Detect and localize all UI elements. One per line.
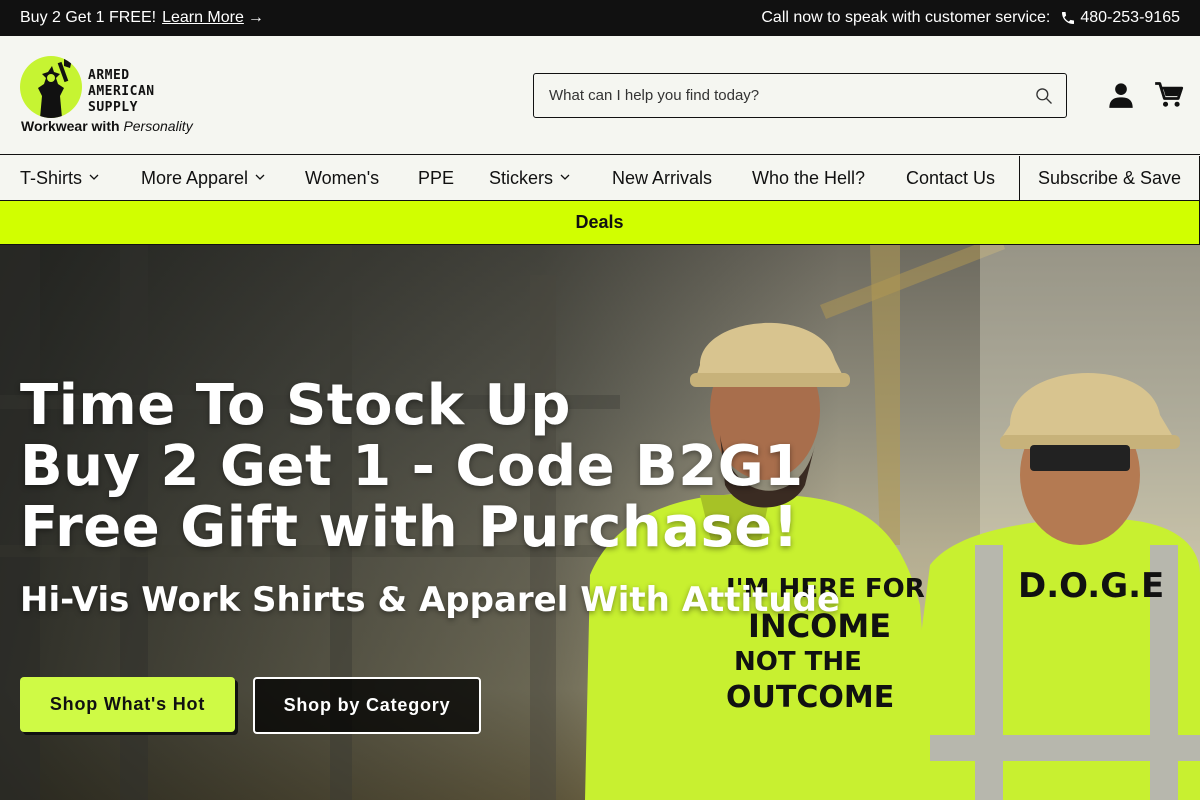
nav-item-label: Women's: [305, 168, 380, 188]
logo-line-1: ARMED: [88, 68, 130, 83]
nav-item-who-the-hell[interactable]: Who the Hell?: [752, 156, 865, 200]
search-input[interactable]: [535, 75, 1015, 116]
hero-banner: I'M HERE FOR INCOME NOT THE OUTCOME D.O.…: [0, 245, 1200, 800]
shop-whats-hot-button[interactable]: Shop What's Hot: [20, 677, 235, 732]
chevron-down-icon: [255, 174, 265, 181]
shirt-text-4: OUTCOME: [726, 680, 894, 715]
logo[interactable]: ARMED AMERICAN SUPPLY Workwear with Pers…: [20, 56, 205, 138]
nav-item-new-arrivals[interactable]: New Arrivals: [612, 156, 712, 200]
shop-by-category-button[interactable]: Shop by Category: [253, 677, 481, 734]
nav-item-ppe[interactable]: PPE: [418, 156, 454, 200]
shirt-text-3: NOT THE: [734, 647, 862, 677]
logo-emblem: [20, 56, 82, 118]
cart-icon[interactable]: [1154, 81, 1184, 109]
logo-line-2: AMERICAN: [88, 84, 155, 99]
hero-title: Time To Stock Up Buy 2 Get 1 - Code B2G1…: [20, 375, 840, 558]
main-nav: T-Shirts More Apparel Women's PPE Sticke…: [0, 156, 1200, 200]
nav-item-label: More Apparel: [141, 168, 249, 188]
nav-item-womens[interactable]: Women's: [305, 156, 379, 200]
chevron-down-icon: [89, 174, 99, 181]
logo-wordmark: ARMED AMERICAN SUPPLY: [88, 68, 155, 116]
nav-item-label: T-Shirts: [20, 168, 83, 188]
statue-of-liberty-icon: [38, 58, 72, 118]
hero-title-line-1: Time To Stock Up: [20, 373, 572, 438]
phone-icon: [1062, 12, 1075, 24]
nav-item-deals[interactable]: Deals: [0, 200, 1200, 245]
hero-content: Time To Stock Up Buy 2 Get 1 - Code B2G1…: [20, 375, 840, 620]
promo-text: Buy 2 Get 1 FREE!: [20, 9, 157, 26]
nav-item-more-apparel[interactable]: More Apparel: [141, 156, 265, 200]
nav-item-t-shirts[interactable]: T-Shirts: [20, 156, 99, 200]
search-bar: [533, 73, 1067, 118]
hero-title-line-3: Free Gift with Purchase!: [20, 495, 799, 560]
nav-item-contact-us[interactable]: Contact Us: [906, 156, 995, 200]
nav-item-label: Who the Hell?: [752, 168, 866, 188]
phone-link[interactable]: 480-253-9165: [1080, 9, 1180, 27]
hero-title-line-2: Buy 2 Get 1 - Code B2G1: [20, 434, 804, 499]
arrow-right-icon: →: [247, 9, 264, 26]
logo-tagline: Workwear with Personality: [21, 118, 193, 134]
announcement-bar: Buy 2 Get 1 FREE! Learn More → Call now to…: [0, 0, 1200, 36]
customer-service-text: Call now to speak with customer service:: [761, 9, 1051, 26]
tagline-bold: Workwear with: [21, 118, 120, 134]
nav-item-stickers[interactable]: Stickers: [489, 156, 570, 200]
logo-line-3: SUPPLY: [88, 100, 138, 115]
learn-more-link[interactable]: Learn More: [162, 9, 244, 26]
nav-item-label: PPE: [418, 168, 455, 188]
vest-text: D.O.G.E: [1018, 566, 1164, 606]
search-icon[interactable]: [1034, 86, 1054, 106]
hero-subtitle: Hi-Vis Work Shirts & Apparel With Attitu…: [20, 580, 841, 620]
chevron-down-icon: [560, 174, 570, 181]
site-header: ARMED AMERICAN SUPPLY Workwear with Pers…: [0, 36, 1200, 155]
customer-service: Call now to speak with customer service:…: [761, 9, 1180, 27]
nav-item-label: Contact Us: [906, 168, 996, 188]
nav-item-label: Stickers: [489, 168, 554, 188]
tagline-italic: Personality: [123, 118, 193, 134]
account-icon[interactable]: [1107, 81, 1135, 109]
nav-item-subscribe[interactable]: Subscribe & Save: [1019, 156, 1200, 200]
promo-message: Buy 2 Get 1 FREE! Learn More →: [20, 9, 264, 27]
nav-item-label: New Arrivals: [612, 168, 713, 188]
